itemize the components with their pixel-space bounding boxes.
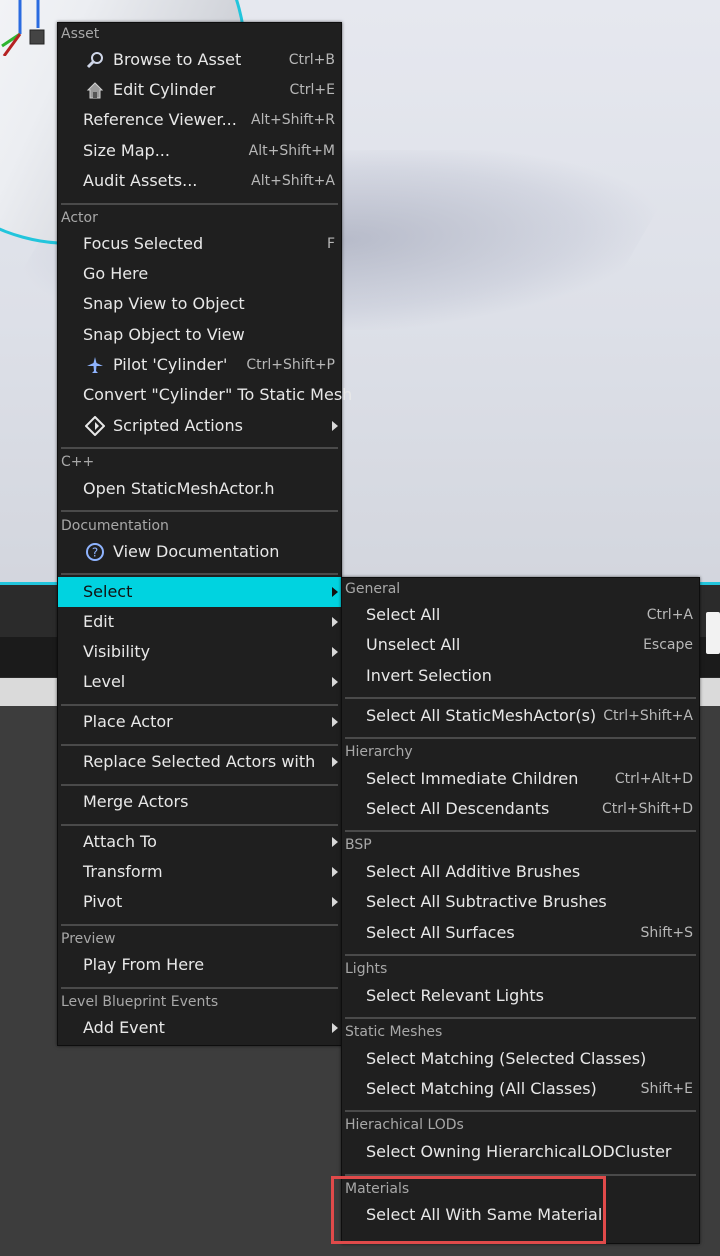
menu-separator: [345, 830, 696, 832]
submenu-arrow-icon: [332, 587, 338, 597]
edit-cylinder-item[interactable]: Edit Cylinder Ctrl+E: [58, 75, 341, 105]
section-cpp: C++: [61, 454, 95, 470]
menu-separator: [61, 744, 338, 746]
focus-selected-item[interactable]: Focus Selected F: [58, 229, 341, 259]
svg-text:?: ?: [92, 546, 98, 560]
menu-separator: [61, 447, 338, 449]
menu-separator: [345, 737, 696, 739]
annotation-highlight-box: [331, 1176, 606, 1244]
diamond-icon: [85, 416, 105, 436]
menu-separator: [61, 824, 338, 826]
open-header-item[interactable]: Open StaticMeshActor.h: [58, 474, 341, 504]
go-here-item[interactable]: Go Here: [58, 259, 341, 289]
browse-to-asset-item[interactable]: Browse to Asset Ctrl+B: [58, 45, 341, 75]
select-all-surfaces-item[interactable]: Select All Surfaces Shift+S: [342, 918, 699, 948]
select-immediate-children-item[interactable]: Select Immediate Children Ctrl+Alt+D: [342, 764, 699, 794]
select-owning-hlod-cluster-item[interactable]: Select Owning HierarchicalLODCluster: [342, 1137, 699, 1167]
select-subtractive-brushes-item[interactable]: Select All Subtractive Brushes: [342, 887, 699, 917]
merge-actors-item[interactable]: Merge Actors: [58, 787, 341, 817]
submenu-arrow-icon: [332, 897, 338, 907]
select-matching-selected-classes-item[interactable]: Select Matching (Selected Classes): [342, 1044, 699, 1074]
section-actor: Actor: [61, 210, 98, 226]
pilot-cylinder-item[interactable]: Pilot 'Cylinder' Ctrl+Shift+P: [58, 350, 341, 380]
select-matching-all-classes-item[interactable]: Select Matching (All Classes) Shift+E: [342, 1074, 699, 1104]
menu-separator: [61, 203, 338, 205]
submenu-arrow-icon: [332, 421, 338, 431]
submenu-arrow-icon: [332, 867, 338, 877]
add-event-item[interactable]: Add Event: [58, 1013, 341, 1043]
select-additive-brushes-item[interactable]: Select All Additive Brushes: [342, 857, 699, 887]
section-preview: Preview: [61, 931, 116, 947]
section-bsp: BSP: [345, 837, 372, 853]
scripted-actions-item[interactable]: Scripted Actions: [58, 411, 341, 441]
attach-to-item[interactable]: Attach To: [58, 827, 341, 857]
select-all-item[interactable]: Select All Ctrl+A: [342, 600, 699, 630]
menu-separator: [345, 697, 696, 699]
submenu-arrow-icon: [332, 837, 338, 847]
submenu-arrow-icon: [332, 647, 338, 657]
section-hierarchy: Hierarchy: [345, 744, 413, 760]
search-icon: [86, 52, 103, 69]
select-all-staticmeshactor-item[interactable]: Select All StaticMeshActor(s) Ctrl+Shift…: [342, 701, 699, 731]
help-icon: ?: [86, 543, 104, 561]
replace-selected-actors-item[interactable]: Replace Selected Actors with: [58, 747, 341, 777]
select-item[interactable]: Select: [58, 577, 341, 607]
pivot-item[interactable]: Pivot: [58, 887, 341, 917]
menu-separator: [345, 1110, 696, 1112]
airplane-icon: [87, 357, 103, 373]
section-asset: Asset: [61, 26, 100, 42]
menu-separator: [345, 954, 696, 956]
edit-item[interactable]: Edit: [58, 607, 341, 637]
place-actor-item[interactable]: Place Actor: [58, 707, 341, 737]
transform-item[interactable]: Transform: [58, 857, 341, 887]
menu-separator: [61, 987, 338, 989]
submenu-arrow-icon: [332, 617, 338, 627]
menu-separator: [345, 1017, 696, 1019]
audit-assets-item[interactable]: Audit Assets... Alt+Shift+A: [58, 166, 341, 196]
visibility-item[interactable]: Visibility: [58, 637, 341, 667]
panel-edge: [706, 612, 720, 654]
convert-to-static-mesh-item[interactable]: Convert "Cylinder" To Static Mesh: [58, 380, 352, 410]
snap-object-to-view-item[interactable]: Snap Object to View: [58, 320, 341, 350]
actor-context-menu: Asset Browse to Asset Ctrl+B Edit Cylind…: [57, 22, 352, 1046]
submenu-arrow-icon: [332, 757, 338, 767]
section-level-blueprint-events: Level Blueprint Events: [61, 994, 219, 1010]
select-submenu: General Select All Ctrl+A Unselect All E…: [341, 577, 700, 1244]
select-relevant-lights-item[interactable]: Select Relevant Lights: [342, 981, 699, 1011]
level-item[interactable]: Level: [58, 667, 341, 697]
reference-viewer-item[interactable]: Reference Viewer... Alt+Shift+R: [58, 105, 341, 135]
section-hierarchical-lods: Hierachical LODs: [345, 1117, 464, 1133]
invert-selection-item[interactable]: Invert Selection: [342, 661, 699, 691]
submenu-arrow-icon: [332, 1023, 338, 1033]
snap-view-to-object-item[interactable]: Snap View to Object: [58, 289, 341, 319]
unselect-all-item[interactable]: Unselect All Escape: [342, 630, 699, 660]
menu-separator: [61, 573, 338, 575]
view-documentation-item[interactable]: ? View Documentation: [58, 537, 341, 567]
edit-asset-icon: [86, 82, 104, 99]
play-from-here-item[interactable]: Play From Here: [58, 950, 341, 980]
menu-separator: [61, 510, 338, 512]
submenu-arrow-icon: [332, 677, 338, 687]
size-map-item[interactable]: Size Map... Alt+Shift+M: [58, 136, 341, 166]
submenu-arrow-icon: [332, 717, 338, 727]
section-documentation: Documentation: [61, 518, 169, 534]
section-general: General: [345, 581, 401, 597]
menu-separator: [61, 704, 338, 706]
section-lights: Lights: [345, 961, 388, 977]
transform-gizmo-icon[interactable]: [0, 0, 48, 56]
section-static-meshes: Static Meshes: [345, 1024, 443, 1040]
select-all-descendants-item[interactable]: Select All Descendants Ctrl+Shift+D: [342, 794, 699, 824]
menu-separator: [61, 924, 338, 926]
menu-separator: [61, 784, 338, 786]
